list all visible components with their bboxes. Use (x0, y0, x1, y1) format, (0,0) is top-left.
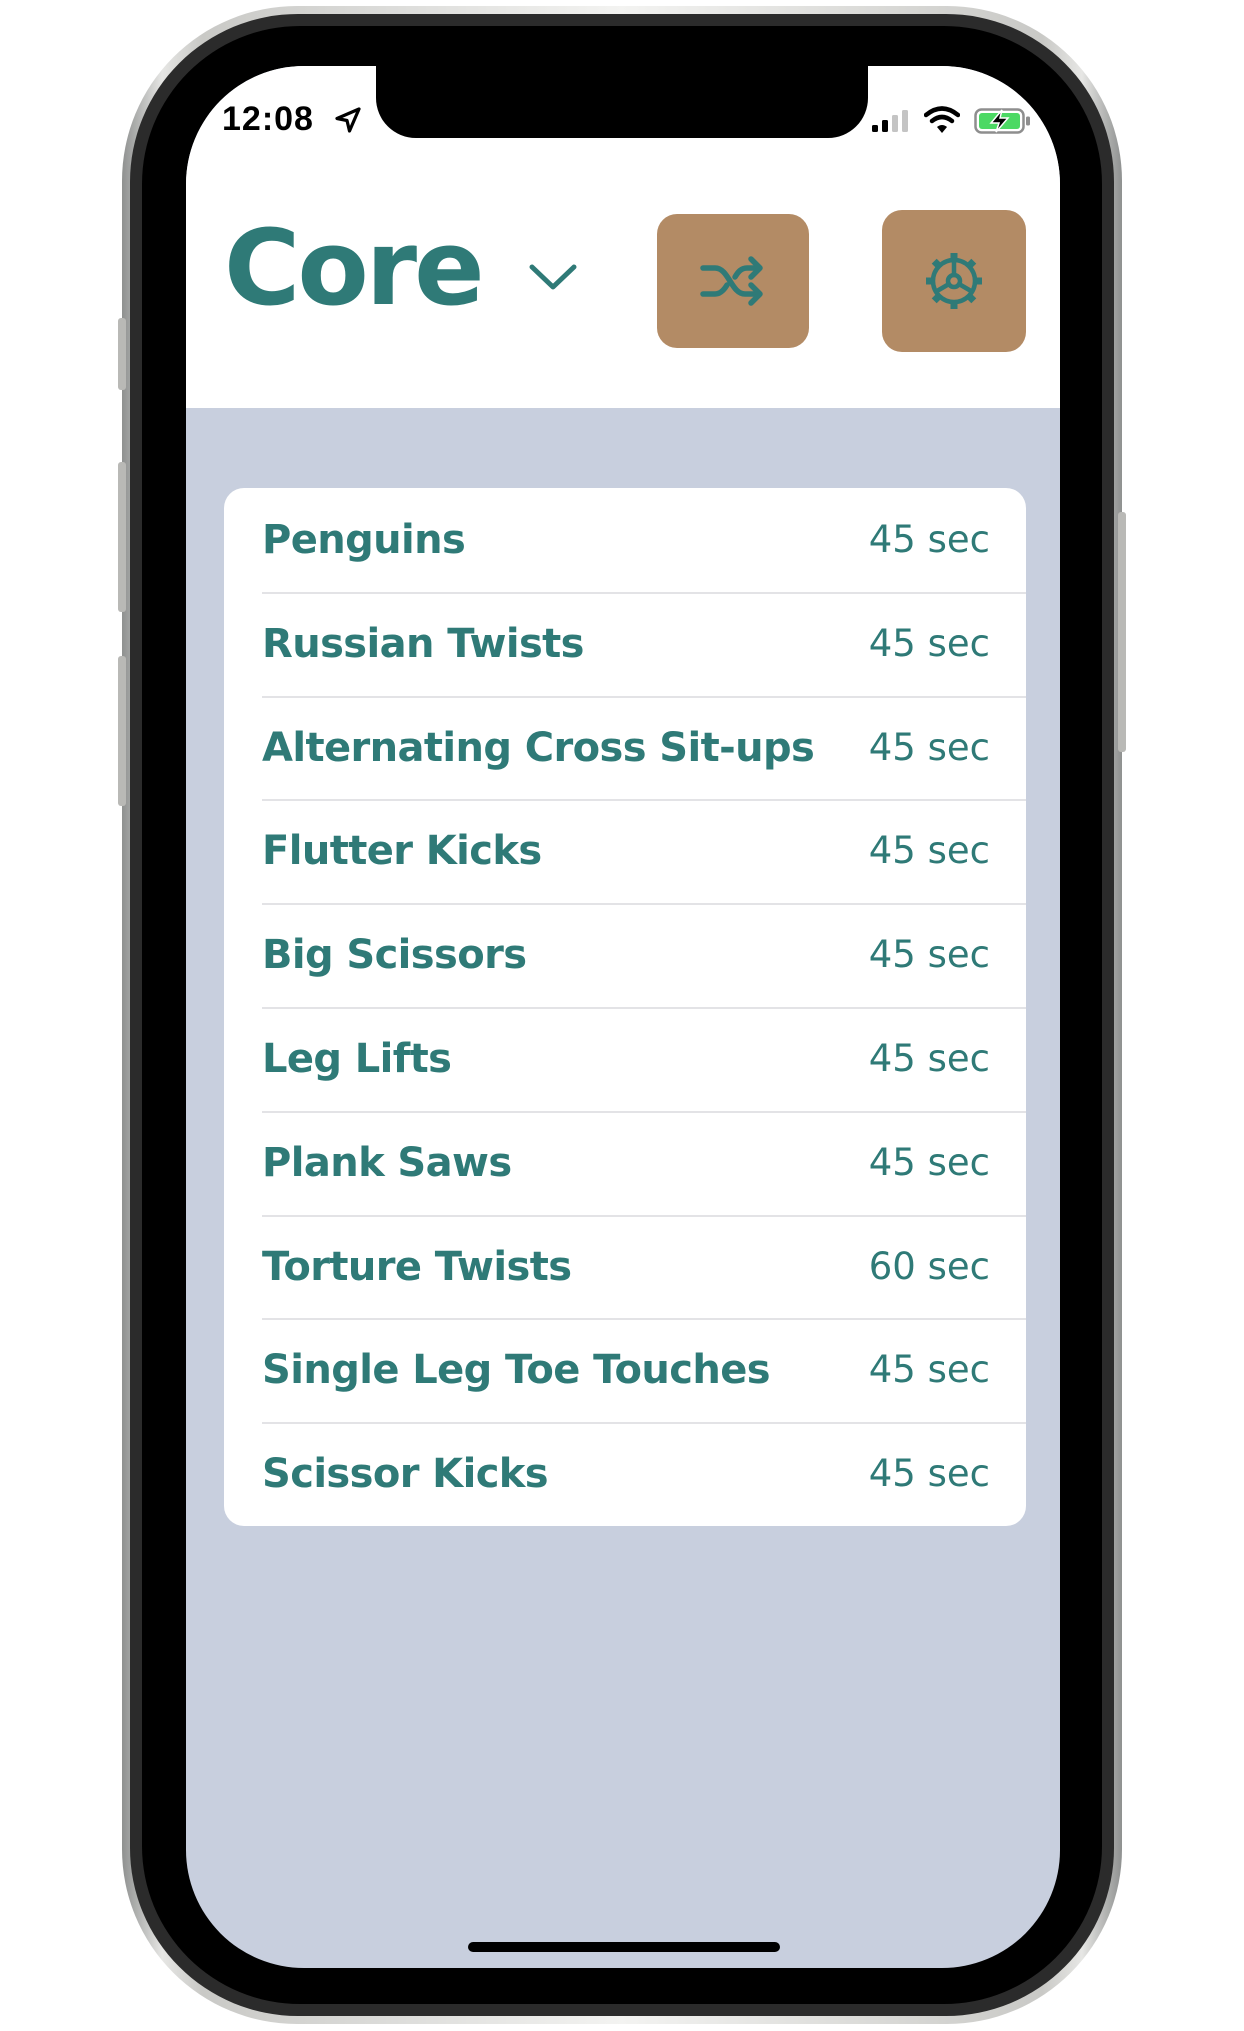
location-arrow-icon (335, 107, 361, 133)
exercise-name: Big Scissors (262, 932, 527, 979)
list-item[interactable]: Torture Twists 60 sec (262, 1215, 1026, 1321)
exercise-duration: 45 sec (868, 1452, 990, 1496)
shuffle-icon (700, 256, 763, 306)
exercise-name: Russian Twists (262, 620, 585, 667)
exercise-name: Single Leg Toe Touches (262, 1347, 771, 1394)
list-item[interactable]: Leg Lifts 45 sec (262, 1007, 1026, 1113)
exercise-duration: 45 sec (868, 1348, 990, 1392)
app-screen: 12:08 Core Penguins 45 sec Russian Twist… (186, 66, 1060, 1968)
exercise-duration: 45 sec (868, 829, 990, 873)
exercise-name: Leg Lifts (262, 1036, 452, 1082)
mute-switch (118, 318, 126, 390)
exercise-duration: 45 sec (868, 1037, 990, 1080)
exercise-name: Penguins (262, 517, 466, 563)
list-item[interactable]: Flutter Kicks 45 sec (262, 799, 1026, 906)
exercise-name: Flutter Kicks (262, 828, 542, 875)
list-item[interactable]: Plank Saws 45 sec (262, 1111, 1026, 1217)
exercise-name: Plank Saws (262, 1139, 512, 1186)
exercise-list: Penguins 45 sec Russian Twists 45 sec Al… (224, 488, 1026, 1526)
status-time: 12:08 (222, 100, 314, 138)
exercise-duration: 45 sec (868, 1140, 990, 1184)
list-item[interactable]: Scissor Kicks 45 sec (262, 1422, 1026, 1526)
shuffle-button[interactable] (657, 214, 809, 348)
exercise-duration: 45 sec (868, 621, 990, 665)
cellular-signal-icon (872, 110, 908, 132)
page-title[interactable]: Core (224, 216, 485, 320)
exercise-name: Scissor Kicks (262, 1451, 549, 1498)
list-item[interactable]: Single Leg Toe Touches 45 sec (262, 1318, 1026, 1425)
settings-button[interactable] (882, 210, 1026, 352)
exercise-duration: 45 sec (868, 933, 990, 977)
battery-charging-icon (974, 108, 1030, 134)
notch (376, 66, 868, 138)
exercise-duration: 45 sec (868, 725, 990, 769)
wifi-icon (924, 106, 960, 133)
exercise-duration: 60 sec (868, 1244, 990, 1288)
list-item[interactable]: Russian Twists 45 sec (262, 592, 1026, 698)
exercise-duration: 45 sec (868, 518, 990, 561)
volume-up-button (118, 462, 126, 612)
exercise-name: Alternating Cross Sit-ups (262, 724, 815, 771)
list-item[interactable]: Penguins 45 sec (262, 488, 1026, 594)
gear-icon (926, 253, 982, 309)
chevron-down-icon[interactable] (528, 262, 578, 292)
header: 12:08 Core (186, 66, 1060, 408)
list-item[interactable]: Alternating Cross Sit-ups 45 sec (262, 696, 1026, 802)
exercise-name: Torture Twists (262, 1243, 572, 1290)
home-indicator[interactable] (468, 1942, 780, 1952)
list-item[interactable]: Big Scissors 45 sec (262, 903, 1026, 1009)
volume-down-button (118, 656, 126, 806)
power-button (1118, 512, 1126, 752)
